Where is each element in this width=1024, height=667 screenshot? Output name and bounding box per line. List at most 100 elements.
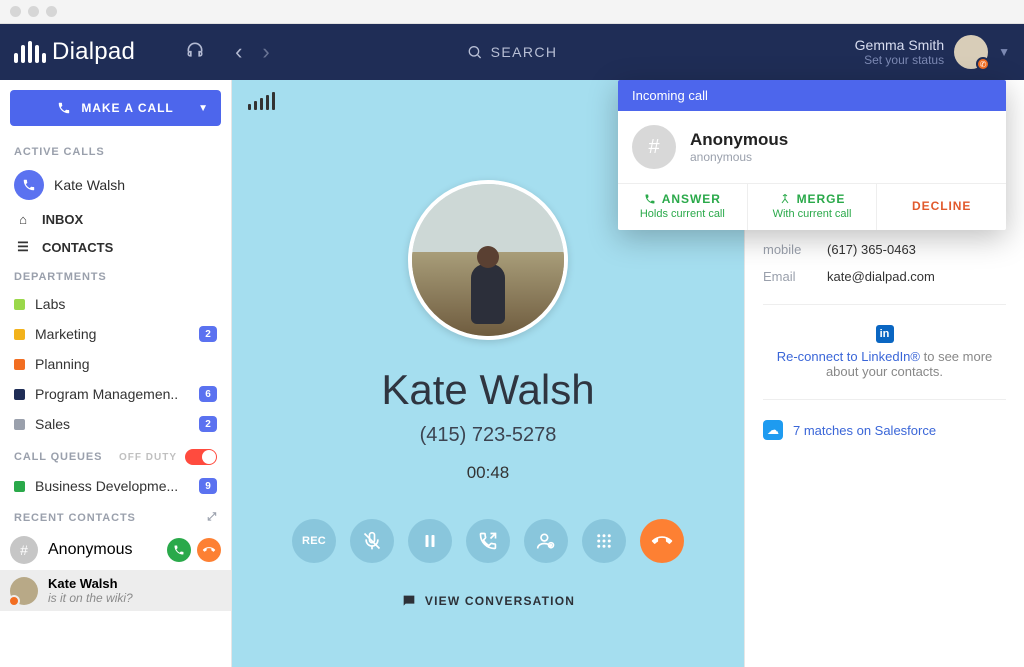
color-swatch-icon [14, 389, 25, 400]
color-swatch-icon [14, 419, 25, 430]
active-call-name: Kate Walsh [54, 177, 125, 193]
recent-contact-item[interactable]: # Anonymous [0, 530, 231, 570]
hangup-button[interactable] [640, 519, 684, 563]
presence-on-call-icon: ✆ [976, 57, 990, 71]
brand-logo-icon [14, 41, 46, 63]
anon-avatar-icon: # [632, 125, 676, 169]
rec-label: REC [302, 535, 326, 547]
answer-label: ANSWER [662, 192, 721, 206]
hold-button[interactable] [408, 519, 452, 563]
section-label: ACTIVE CALLS [14, 146, 105, 158]
color-swatch-icon [14, 481, 25, 492]
merge-button[interactable]: MERGE With current call [748, 184, 878, 230]
nav-inbox[interactable]: ⌂ INBOX [0, 206, 231, 233]
caller-avatar [408, 180, 568, 340]
department-item[interactable]: Planning [0, 349, 231, 379]
queue-label: Business Developme... [35, 478, 178, 494]
dept-label: Marketing [35, 326, 96, 342]
department-item[interactable]: Labs [0, 289, 231, 319]
call-controls: REC [292, 519, 684, 563]
recent-name: Kate Walsh [48, 576, 133, 591]
nav-label: CONTACTS [42, 240, 113, 255]
sf-text: 7 matches on Salesforce [793, 423, 936, 438]
traffic-max-icon[interactable] [46, 6, 57, 17]
field-label: Email [763, 269, 809, 284]
department-item[interactable]: Sales2 [0, 409, 231, 439]
department-list: Labs Marketing 2 Planning Program Managem… [0, 289, 231, 439]
color-swatch-icon [14, 299, 25, 310]
top-navbar: Dialpad ‹ › SEARCH Gemma Smith Set your … [0, 24, 1024, 80]
nav-history: ‹ › [235, 39, 270, 65]
section-label: DEPARTMENTS [14, 271, 107, 283]
search-icon [467, 44, 483, 60]
field-value[interactable]: kate@dialpad.com [827, 269, 935, 284]
record-button[interactable]: REC [292, 519, 336, 563]
nav-forward-icon[interactable]: › [262, 39, 269, 65]
salesforce-matches-link[interactable]: ☁ 7 matches on Salesforce [763, 420, 1006, 440]
traffic-min-icon[interactable] [28, 6, 39, 17]
make-call-button[interactable]: MAKE A CALL ▼ [10, 90, 221, 126]
presence-on-call-icon [8, 595, 20, 607]
hangup-button[interactable] [197, 538, 221, 562]
merge-sublabel: With current call [748, 208, 877, 220]
nav-label: INBOX [42, 212, 83, 227]
incoming-actions: ANSWER Holds current call MERGE With cur… [618, 183, 1006, 230]
decline-button[interactable]: DECLINE [877, 184, 1006, 230]
section-departments: DEPARTMENTS [0, 261, 231, 289]
chevron-down-icon: ▼ [198, 103, 209, 114]
divider [763, 304, 1006, 305]
window-titlebar [0, 0, 1024, 24]
mic-off-icon [362, 531, 382, 551]
contacts-icon: ☰ [14, 239, 32, 255]
home-icon: ⌂ [14, 212, 32, 227]
department-item[interactable]: Program Managemen..6 [0, 379, 231, 409]
anon-avatar-icon: # [10, 536, 38, 564]
search-button[interactable]: SEARCH [467, 44, 558, 60]
linkedin-reconnect-link[interactable]: Re-connect to LinkedIn® [777, 349, 920, 364]
call-duration: 00:48 [467, 463, 510, 483]
decline-label: DECLINE [912, 199, 971, 213]
expand-icon[interactable]: ⤢ [207, 511, 217, 524]
field-label: mobile [763, 242, 809, 257]
count-badge: 6 [199, 386, 217, 402]
department-item[interactable]: Marketing 2 [0, 319, 231, 349]
user-menu[interactable]: Gemma Smith Set your status ✆ ▼ [855, 35, 1010, 69]
traffic-close-icon[interactable] [10, 6, 21, 17]
transfer-button[interactable] [466, 519, 510, 563]
dialpad-button[interactable] [582, 519, 626, 563]
incoming-call-popover: Incoming call # Anonymous anonymous ANSW… [618, 80, 1006, 230]
add-user-icon [536, 531, 556, 551]
active-call-icon [14, 170, 44, 200]
count-badge: 9 [199, 478, 217, 494]
answer-button[interactable]: ANSWER Holds current call [618, 184, 748, 230]
call-button[interactable] [167, 538, 191, 562]
active-call-row[interactable]: Kate Walsh [0, 164, 231, 206]
user-status: Set your status [855, 53, 944, 67]
recent-sub: is it on the wiki? [48, 591, 133, 605]
queue-item[interactable]: Business Developme... 9 [0, 471, 231, 501]
off-duty-toggle[interactable] [185, 449, 217, 465]
detail-email: Email kate@dialpad.com [763, 269, 1006, 284]
count-badge: 2 [199, 326, 217, 342]
phone-icon [644, 193, 656, 205]
field-value[interactable]: (617) 365-0463 [827, 242, 916, 257]
incoming-header: Incoming call [618, 80, 1006, 111]
view-conversation-button[interactable]: VIEW CONVERSATION [401, 593, 575, 609]
add-caller-button[interactable] [524, 519, 568, 563]
detail-mobile: mobile (617) 365-0463 [763, 242, 1006, 257]
nav-back-icon[interactable]: ‹ [235, 39, 242, 65]
mute-button[interactable] [350, 519, 394, 563]
section-call-queues: CALL QUEUES OFF DUTY [0, 439, 231, 471]
incoming-body: # Anonymous anonymous [618, 111, 1006, 183]
merge-label: MERGE [797, 192, 846, 206]
answer-sublabel: Holds current call [618, 208, 747, 220]
linkedin-icon: in [876, 325, 894, 343]
recent-contact-item[interactable]: Kate Walsh is it on the wiki? [0, 570, 231, 611]
phone-icon [57, 101, 71, 115]
divider [763, 399, 1006, 400]
headset-icon[interactable] [185, 40, 205, 65]
app-brand: Dialpad [14, 38, 135, 66]
off-duty-label: OFF DUTY [102, 452, 185, 463]
user-name: Gemma Smith [855, 37, 944, 53]
nav-contacts[interactable]: ☰ CONTACTS [0, 233, 231, 261]
